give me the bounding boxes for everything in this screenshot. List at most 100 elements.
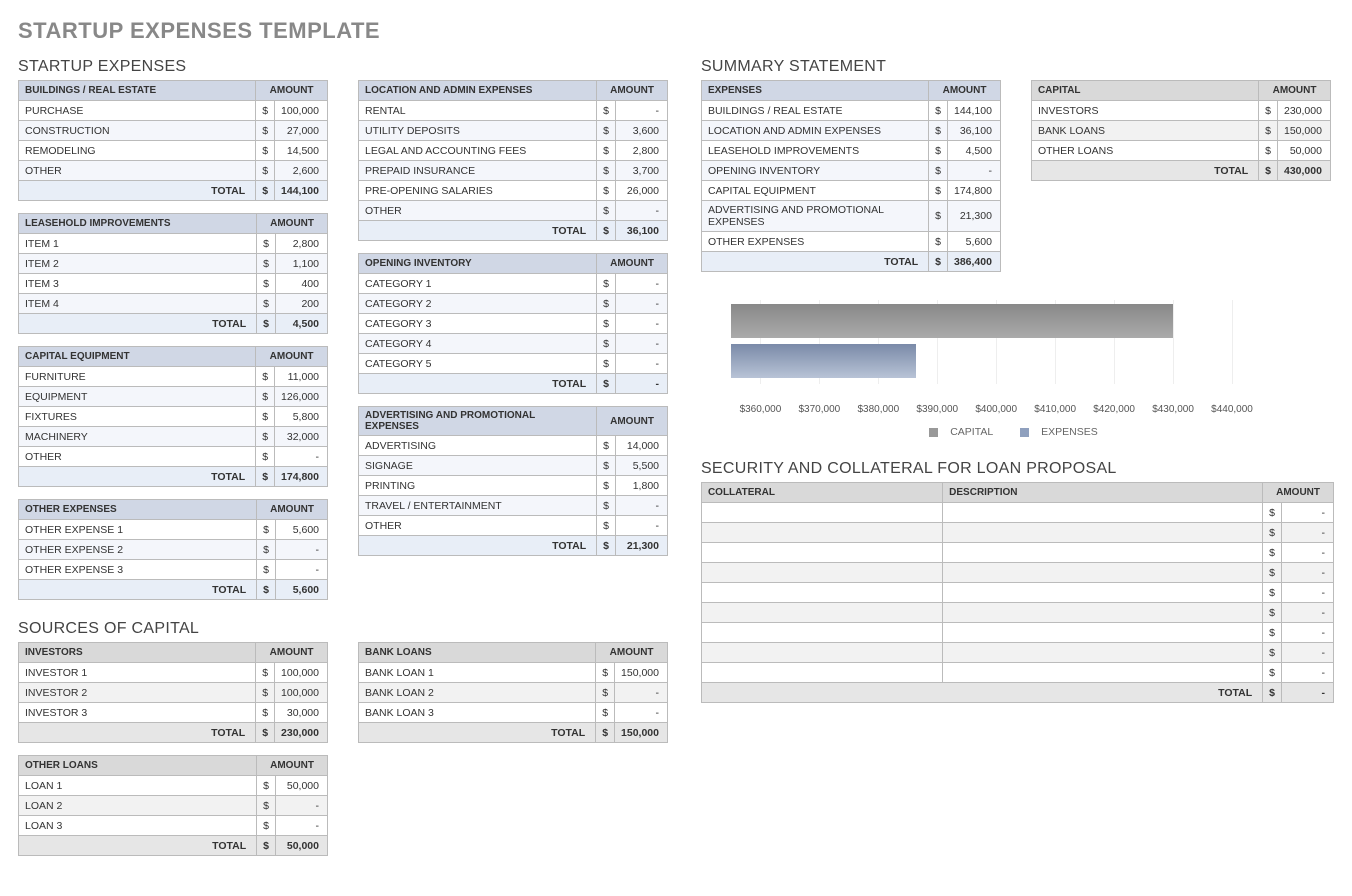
table-row: OTHER$- (359, 516, 668, 536)
row-value: 2,800 (276, 234, 328, 254)
table-row: BANK LOAN 1$150,000 (359, 663, 668, 683)
row-value: 230,000 (1277, 101, 1330, 121)
amount-header: AMOUNT (257, 500, 328, 520)
amount-header: AMOUNT (256, 347, 328, 367)
total-row: TOTAL$36,100 (359, 221, 668, 241)
row-label: OTHER (359, 516, 597, 536)
table-row: CATEGORY 2$- (359, 294, 668, 314)
row-label: SIGNAGE (359, 456, 597, 476)
row-label: REMODELING (19, 141, 256, 161)
amount-header: AMOUNT (257, 756, 328, 776)
table-row: OTHER EXPENSE 1$5,600 (19, 520, 328, 540)
table-row: OTHER EXPENSE 2$- (19, 540, 328, 560)
table-row: BANK LOAN 3$- (359, 703, 668, 723)
table-row: CATEGORY 4$- (359, 334, 668, 354)
leasehold-table: LEASEHOLD IMPROVEMENTSAMOUNTITEM 1$2,800… (18, 213, 328, 334)
row-value: - (947, 161, 1000, 181)
table-row: ITEM 1$2,800 (19, 234, 328, 254)
row-label: OTHER EXPENSE 1 (19, 520, 257, 540)
row-value: 50,000 (1277, 141, 1330, 161)
row-value: 26,000 (616, 181, 668, 201)
total-row: TOTAL$430,000 (1031, 161, 1330, 181)
amount-header: AMOUNT (929, 81, 1001, 101)
table-row: UTILITY DEPOSITS$3,600 (359, 121, 668, 141)
table-row: $- (701, 583, 1333, 603)
row-label: ITEM 2 (19, 254, 257, 274)
row-value: 14,500 (275, 141, 328, 161)
table-title: EXPENSES (701, 81, 928, 101)
table-title: OPENING INVENTORY (359, 254, 597, 274)
table-title: LEASEHOLD IMPROVEMENTS (19, 214, 257, 234)
axis-tick: $400,000 (975, 404, 1017, 415)
row-value: - (616, 314, 668, 334)
table-row: LEGAL AND ACCOUNTING FEES$2,800 (359, 141, 668, 161)
total-value: 430,000 (1277, 161, 1330, 181)
table-row: $- (701, 543, 1333, 563)
investors-table: INVESTORSAMOUNTINVESTOR 1$100,000INVESTO… (18, 642, 328, 743)
axis-tick: $370,000 (799, 404, 841, 415)
total-row: TOTAL$174,800 (19, 467, 328, 487)
total-row: TOTAL$- (701, 683, 1333, 703)
row-value: 11,000 (275, 367, 328, 387)
amount-header: AMOUNT (597, 254, 668, 274)
axis-tick: $360,000 (740, 404, 782, 415)
amount-header: AMOUNT (597, 81, 668, 101)
summary_expenses-table: EXPENSESAMOUNTBUILDINGS / REAL ESTATE$14… (701, 80, 1001, 272)
buildings-table: BUILDINGS / REAL ESTATEAMOUNTPURCHASE$10… (18, 80, 328, 201)
axis-tick: $440,000 (1211, 404, 1253, 415)
row-label: BANK LOAN 2 (359, 683, 596, 703)
row-label: INVESTOR 2 (19, 683, 256, 703)
row-label: TRAVEL / ENTERTAINMENT (359, 496, 597, 516)
row-label: OTHER LOANS (1031, 141, 1258, 161)
row-label: OTHER (19, 161, 256, 181)
table-row: OPENING INVENTORY$- (701, 161, 1000, 181)
row-label: CATEGORY 4 (359, 334, 597, 354)
row-value: - (276, 540, 328, 560)
capital-expenses-chart: $360,000$370,000$380,000$390,000$400,000… (701, 300, 1334, 438)
table-row: ITEM 4$200 (19, 294, 328, 314)
table-row: CATEGORY 1$- (359, 274, 668, 294)
row-value: 2,800 (616, 141, 668, 161)
total-value: 230,000 (275, 723, 328, 743)
table-title: BUILDINGS / REAL ESTATE (19, 81, 256, 101)
row-label: BANK LOANS (1031, 121, 1258, 141)
table-row: LOAN 1$50,000 (19, 776, 328, 796)
amount-header: AMOUNT (597, 407, 668, 436)
table-row: OTHER$2,600 (19, 161, 328, 181)
row-value: 126,000 (275, 387, 328, 407)
total-value: 50,000 (276, 836, 328, 856)
total-row: TOTAL$150,000 (359, 723, 668, 743)
total-row: TOTAL$230,000 (19, 723, 328, 743)
row-value: 50,000 (276, 776, 328, 796)
row-value: 174,800 (947, 181, 1000, 201)
total-row: TOTAL$5,600 (19, 580, 328, 600)
axis-tick: $390,000 (916, 404, 958, 415)
row-label: OTHER (359, 201, 597, 221)
table-row: MACHINERY$32,000 (19, 427, 328, 447)
row-label: RENTAL (359, 101, 597, 121)
table-row: LOAN 2$- (19, 796, 328, 816)
row-value: 5,500 (616, 456, 668, 476)
row-label: CONSTRUCTION (19, 121, 256, 141)
row-value: 3,700 (616, 161, 668, 181)
table-row: $- (701, 523, 1333, 543)
row-value: - (616, 101, 668, 121)
other_expenses-table: OTHER EXPENSESAMOUNTOTHER EXPENSE 1$5,60… (18, 499, 328, 600)
row-label: ITEM 4 (19, 294, 257, 314)
section-collateral: SECURITY AND COLLATERAL FOR LOAN PROPOSA… (701, 460, 1334, 478)
row-value: - (276, 816, 328, 836)
table-row: BANK LOANS$150,000 (1031, 121, 1330, 141)
table-row: FURNITURE$11,000 (19, 367, 328, 387)
row-value: 2,600 (275, 161, 328, 181)
row-value: 150,000 (1277, 121, 1330, 141)
table-row: LOCATION AND ADMIN EXPENSES$36,100 (701, 121, 1000, 141)
row-value: - (616, 334, 668, 354)
row-label: PRINTING (359, 476, 597, 496)
total-value: 5,600 (276, 580, 328, 600)
row-value: 5,600 (947, 232, 1000, 252)
total-value: 36,100 (616, 221, 668, 241)
table-row: OTHER LOANS$50,000 (1031, 141, 1330, 161)
row-value: 100,000 (275, 683, 328, 703)
row-value: 100,000 (275, 663, 328, 683)
total-value: 4,500 (276, 314, 328, 334)
